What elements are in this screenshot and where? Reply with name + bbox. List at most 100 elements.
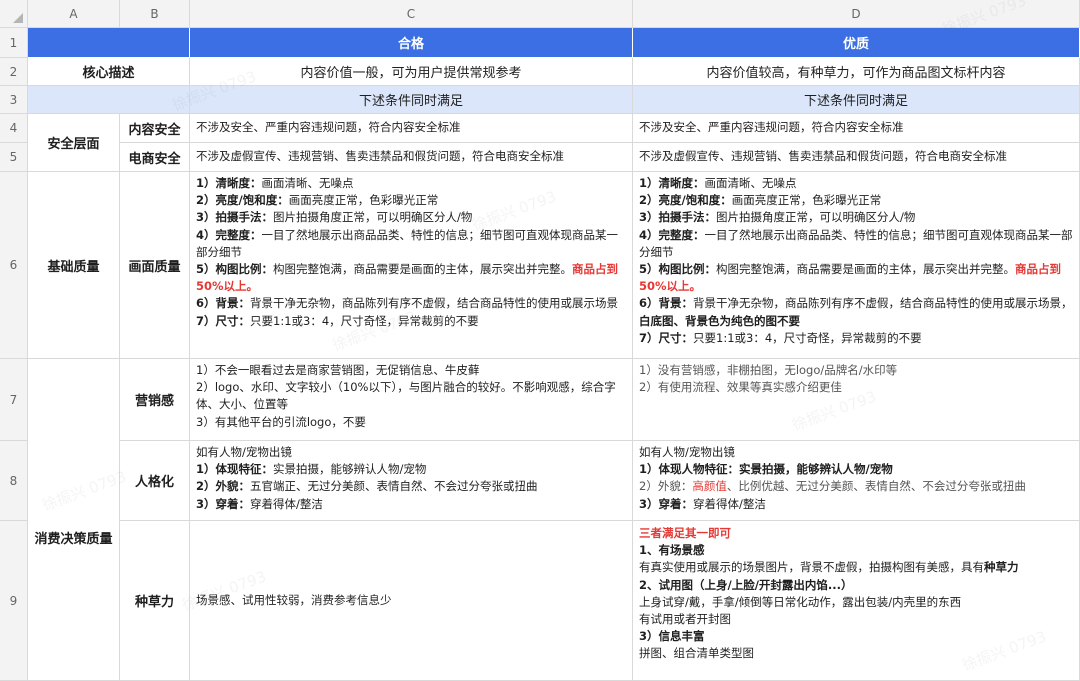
criterion-composition-text: 构图完整饱满，商品需要是画面的主体，展示突出并完整。 bbox=[273, 262, 573, 277]
condition-excellent-cell[interactable]: 下述条件同时满足 bbox=[633, 86, 1080, 114]
seeding-note: 三者满足其一即可 bbox=[639, 526, 731, 540]
column-header-a[interactable]: A bbox=[28, 0, 120, 28]
criterion-size-text: 只要1:1或3：4，尺寸奇怪，异常裁剪的不要 bbox=[250, 313, 479, 328]
persona-feature-text: 实景拍摄，能够辨认人物/宠物 bbox=[273, 462, 427, 477]
persona-qualified[interactable]: 如有人物/宠物出镜 1）体现特征：实景拍摄，能够辨认人物/宠物 2）外貌：五官端… bbox=[190, 441, 633, 521]
column-header-d[interactable]: D bbox=[633, 0, 1080, 28]
seeding-scene-bold: 种草力 bbox=[984, 560, 1019, 575]
ecom-safety-excellent[interactable]: 不涉及虚假宣传、违规营销、售卖违禁品和假货问题，符合电商安全标准 bbox=[633, 143, 1080, 172]
marketing-qualified-item: 3）有其他平台的引流logo，不要 bbox=[196, 414, 366, 429]
criterion-completeness-label: 4）完整度： bbox=[639, 227, 705, 242]
criterion-shooting-text: 图片拍摄角度正常，可以明确区分人/物 bbox=[273, 210, 473, 225]
criterion-clarity-label: 1）清晰度： bbox=[196, 176, 262, 190]
criterion-brightness-text: 画面亮度正常，色彩曝光正常 bbox=[288, 193, 439, 208]
marketing-excellent[interactable]: 1）没有营销感，非棚拍图，无logo/品牌名/水印等 2）有使用流程、效果等真实… bbox=[633, 359, 1080, 441]
marketing-excellent-item: 1）没有营销感，非棚拍图，无logo/品牌名/水印等 bbox=[639, 363, 898, 377]
persona-outfit-label: 3）穿着： bbox=[639, 496, 694, 511]
persona-outfit-text: 穿着得体/整洁 bbox=[250, 496, 323, 511]
header-blank-cell[interactable] bbox=[28, 28, 190, 58]
criterion-composition-text: 构图完整饱满，商品需要是画面的主体，展示突出并完整。 bbox=[716, 262, 1016, 277]
seeding-label[interactable]: 种草力 bbox=[120, 521, 190, 681]
content-safety-label[interactable]: 内容安全 bbox=[120, 114, 190, 143]
seeding-info-text: 拼图、组合清单类型图 bbox=[639, 646, 754, 661]
seeding-qualified[interactable]: 场景感、试用性较弱，消费参考信息少 bbox=[190, 521, 633, 681]
condition-blank-cell[interactable] bbox=[28, 86, 190, 114]
column-header-c[interactable]: C bbox=[190, 0, 633, 28]
criterion-background-extra: 白底图、背景色为纯色的图不要 bbox=[639, 313, 800, 328]
seeding-excellent[interactable]: 三者满足其一即可 1、有场景感 有真实使用或展示的场景图片，背景不虚假，拍摄构图… bbox=[633, 521, 1080, 681]
ecom-safety-label[interactable]: 电商安全 bbox=[120, 143, 190, 172]
seeding-scene-heading: 1、有场景感 bbox=[639, 543, 705, 558]
persona-outfit-label: 3）穿着： bbox=[196, 496, 251, 511]
ecom-safety-qualified[interactable]: 不涉及虚假宣传、违规营销、售卖违禁品和假货问题，符合电商安全标准 bbox=[190, 143, 633, 172]
marketing-qualified[interactable]: 1）不会一眼看过去是商家营销图，无促销信息、牛皮藓 2）logo、水印、文字较小… bbox=[190, 359, 633, 441]
row-number-3[interactable]: 3 bbox=[0, 86, 28, 114]
marketing-qualified-item: 1）不会一眼看过去是商家营销图，无促销信息、牛皮藓 bbox=[196, 363, 480, 377]
marketing-label[interactable]: 营销感 bbox=[120, 359, 190, 441]
criterion-brightness-label: 2）亮度/饱和度： bbox=[639, 193, 732, 208]
criterion-composition-label: 5）构图比例： bbox=[196, 262, 274, 277]
row-number-5[interactable]: 5 bbox=[0, 143, 28, 172]
row-number-4[interactable]: 4 bbox=[0, 114, 28, 143]
seeding-trial-text-2: 有试用或者开封图 bbox=[639, 612, 731, 627]
condition-qualified-cell[interactable]: 下述条件同时满足 bbox=[190, 86, 633, 114]
content-safety-excellent[interactable]: 不涉及安全、严重内容违规问题，符合内容安全标准 bbox=[633, 114, 1080, 143]
persona-appearance-label: 2）外貌： bbox=[196, 479, 251, 494]
core-qualified-cell[interactable]: 内容价值一般，可为用户提供常规参考 bbox=[190, 58, 633, 86]
criterion-background-text: 背景干净无杂物，商品陈列有序不虚假，结合商品特性的使用或展示场景， bbox=[693, 296, 1073, 311]
image-quality-qualified[interactable]: 1）清晰度：画面清晰、无噪点 2）亮度/饱和度：画面亮度正常，色彩曝光正常 3）… bbox=[190, 172, 633, 359]
criterion-composition-label: 5）构图比例： bbox=[639, 262, 717, 277]
marketing-qualified-item: 2）logo、水印、文字较小（10%以下），与图片融合的较好。不影响观感，综合字… bbox=[196, 380, 616, 412]
criterion-shooting-text: 图片拍摄角度正常，可以明确区分人/物 bbox=[716, 210, 916, 225]
criterion-size-label: 7）尺寸： bbox=[196, 313, 251, 328]
seeding-trial-text: 上身试穿/戴，手拿/倾倒等日常化动作，露出包装/内壳里的东西 bbox=[639, 594, 962, 609]
persona-excellent[interactable]: 如有人物/宠物出镜 1）体现人物特征：实景拍摄，能够辨认人物/宠物 2）外貌：高… bbox=[633, 441, 1080, 521]
row-number-8[interactable]: 8 bbox=[0, 441, 28, 521]
safety-group-cell[interactable]: 安全层面 bbox=[28, 114, 120, 172]
row-number-1[interactable]: 1 bbox=[0, 28, 28, 58]
persona-outfit-text: 穿着得体/整洁 bbox=[693, 496, 766, 511]
image-quality-excellent[interactable]: 1）清晰度：画面清晰、无噪点 2）亮度/饱和度：画面亮度正常，色彩曝光正常 3）… bbox=[633, 172, 1080, 359]
header-qualified[interactable]: 合格 bbox=[190, 28, 633, 58]
criterion-size-text: 只要1:1或3：4，尺寸奇怪，异常裁剪的不要 bbox=[693, 330, 922, 345]
persona-feature-label: 1）体现特征： bbox=[196, 462, 274, 477]
core-excellent-cell[interactable]: 内容价值较高，有种草力，可作为商品图文标杆内容 bbox=[633, 58, 1080, 86]
corner-triangle-icon bbox=[13, 13, 23, 23]
seeding-trial-heading: 2、试用图（上身/上脸/开封露出内馅...） bbox=[639, 577, 853, 592]
row-number-2[interactable]: 2 bbox=[0, 58, 28, 86]
basic-quality-group-cell[interactable]: 基础质量 bbox=[28, 172, 120, 359]
criterion-shooting-label: 3）拍摄手法： bbox=[639, 210, 717, 225]
criterion-shooting-label: 3）拍摄手法： bbox=[196, 210, 274, 225]
criterion-clarity-label: 1）清晰度： bbox=[639, 176, 705, 190]
core-description-label[interactable]: 核心描述 bbox=[28, 58, 190, 86]
column-header-b[interactable]: B bbox=[120, 0, 190, 28]
persona-appearance-text: 、比例优越、无过分美颜、表情自然、不会过分夸张或扭曲 bbox=[726, 479, 1026, 494]
seeding-scene-text: 有真实使用或展示的场景图片，背景不虚假，拍摄构图有美感，具有 bbox=[639, 560, 984, 575]
persona-intro: 如有人物/宠物出镜 bbox=[196, 445, 292, 459]
marketing-excellent-item: 2）有使用流程、效果等真实感介绍更佳 bbox=[639, 380, 842, 395]
image-quality-label[interactable]: 画面质量 bbox=[120, 172, 190, 359]
criterion-brightness-text: 画面亮度正常，色彩曝光正常 bbox=[731, 193, 882, 208]
criterion-clarity-text: 画面清晰、无噪点 bbox=[261, 176, 354, 190]
select-all-corner[interactable] bbox=[0, 0, 28, 28]
decision-quality-group-cell[interactable]: 消费决策质量 bbox=[28, 359, 120, 681]
header-excellent[interactable]: 优质 bbox=[633, 28, 1080, 58]
persona-intro: 如有人物/宠物出镜 bbox=[639, 445, 735, 459]
persona-label[interactable]: 人格化 bbox=[120, 441, 190, 521]
row-number-7[interactable]: 7 bbox=[0, 359, 28, 441]
persona-appearance-text: 五官端正、无过分美颜、表情自然、不会过分夸张或扭曲 bbox=[250, 479, 538, 494]
persona-feature-text: 1）体现人物特征：实景拍摄，能够辨认人物/宠物 bbox=[639, 462, 893, 477]
criterion-size-label: 7）尺寸： bbox=[639, 330, 694, 345]
criterion-completeness-label: 4）完整度： bbox=[196, 227, 262, 242]
spreadsheet: A B C D 1 2 3 4 5 6 7 8 9 合格 优质 核心描述 内容价… bbox=[0, 0, 1080, 681]
criterion-background-text: 背景干净无杂物，商品陈列有序不虚假，结合商品特性的使用或展示场景 bbox=[250, 296, 619, 311]
content-safety-qualified[interactable]: 不涉及安全、严重内容违规问题，符合内容安全标准 bbox=[190, 114, 633, 143]
criterion-background-label: 6）背景： bbox=[639, 296, 694, 311]
persona-appearance-label: 2）外貌： bbox=[639, 479, 693, 494]
criterion-completeness-text: 一目了然地展示出商品品类、特性的信息；细节图可直观体现商品某一部分细节 bbox=[639, 227, 1073, 259]
persona-appearance-highlight: 高颜值 bbox=[692, 479, 727, 494]
row-number-6[interactable]: 6 bbox=[0, 172, 28, 359]
seeding-info-heading: 3）信息丰富 bbox=[639, 629, 705, 644]
row-number-9[interactable]: 9 bbox=[0, 521, 28, 681]
criterion-background-label: 6）背景： bbox=[196, 296, 251, 311]
